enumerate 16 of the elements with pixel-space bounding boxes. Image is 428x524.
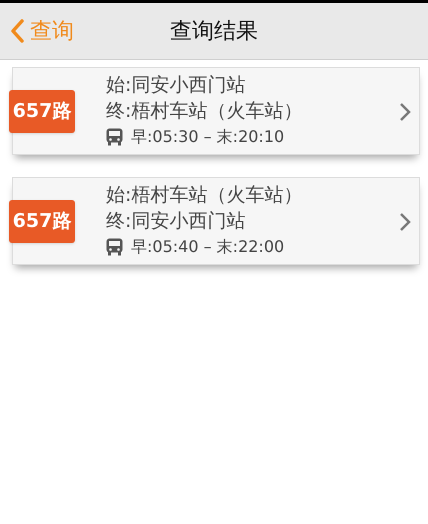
end-station: 终:同安小西门站 [106, 209, 246, 234]
route-badge: 657路 [9, 200, 75, 243]
start-station: 始:同安小西门站 [106, 73, 246, 98]
route-card[interactable]: 657路 始:同安小西门站 终:梧村车站（火车站） 早:05:30 – 末:20:10 [12, 67, 420, 155]
chevron-right-icon [399, 102, 411, 122]
page-title: 查询结果 [170, 18, 258, 46]
chevron-right-icon [399, 212, 411, 232]
service-hours: 早:05:30 – 末:20:10 [131, 126, 284, 148]
end-station: 终:梧村车站（火车站） [106, 99, 302, 124]
back-chevron-icon [10, 19, 24, 43]
route-badge: 657路 [9, 90, 75, 133]
bus-icon [106, 128, 123, 146]
start-station: 始:梧村车站（火车站） [106, 183, 302, 208]
service-hours: 早:05:40 – 末:22:00 [131, 236, 284, 258]
route-card[interactable]: 657路 始:梧村车站（火车站） 终:同安小西门站 早:05:40 – 末:22:00 [12, 177, 420, 265]
bus-icon [106, 238, 123, 256]
